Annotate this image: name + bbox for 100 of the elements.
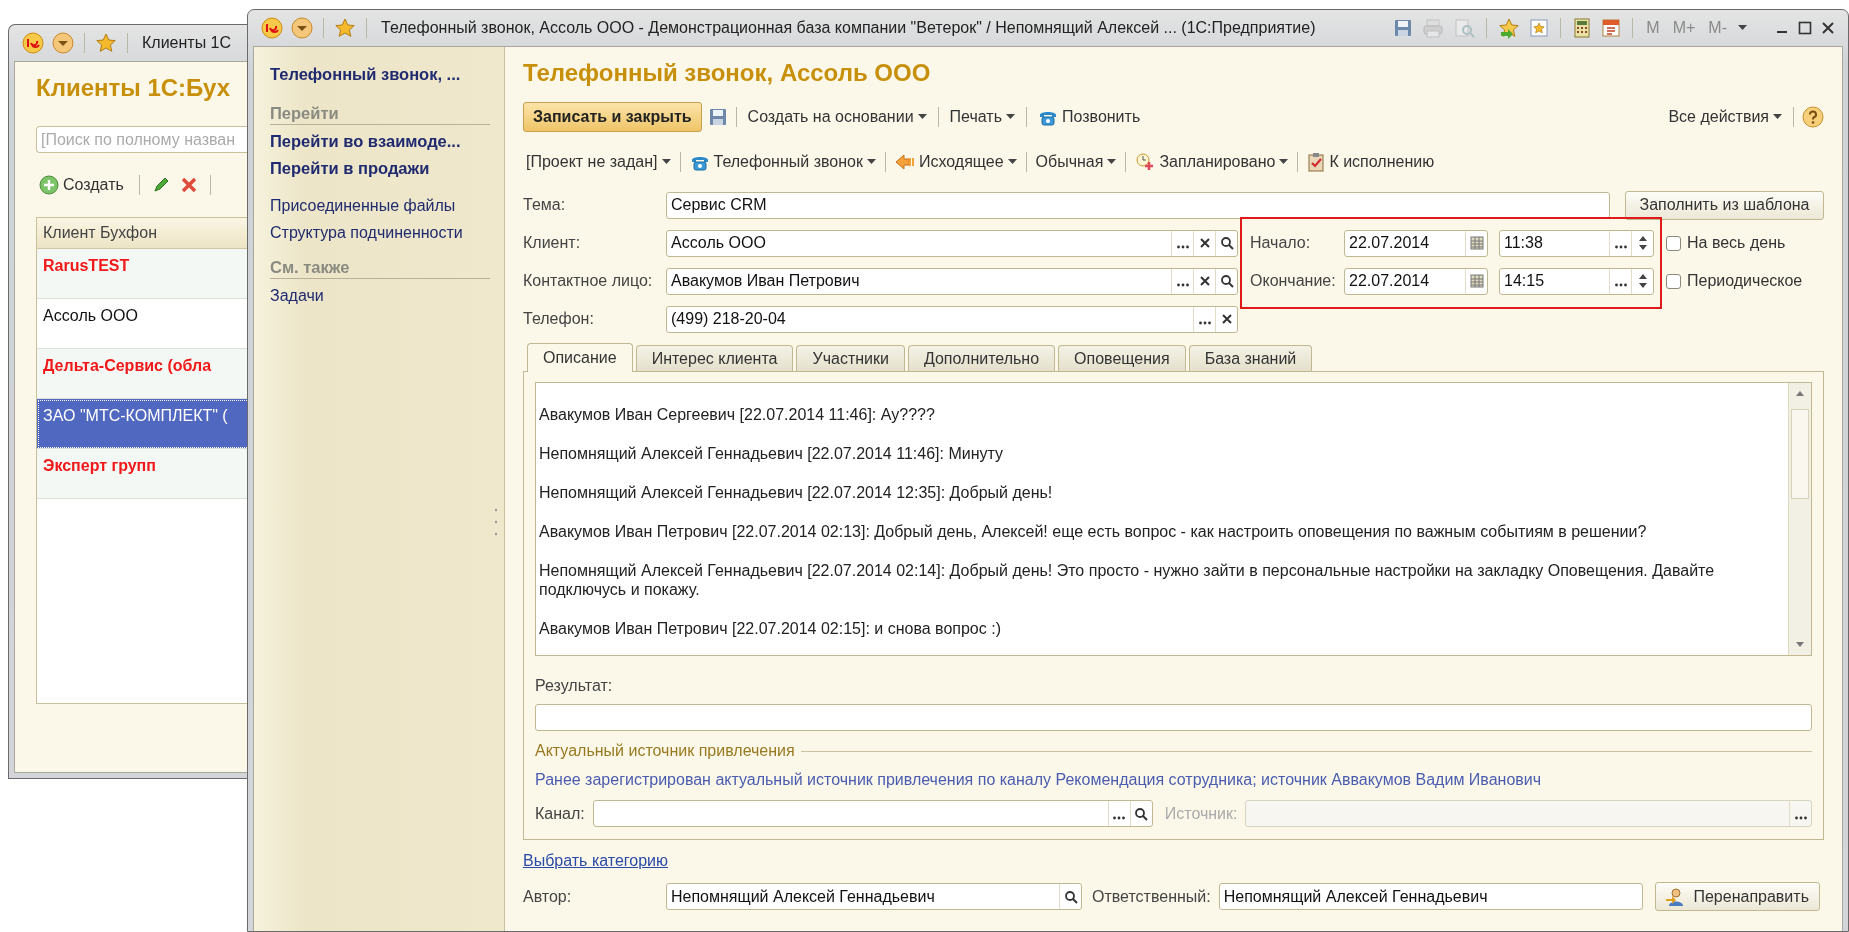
section-heading: См. также [270,258,490,279]
logo-icon[interactable] [261,17,283,39]
sidebar-link[interactable]: Присоединенные файлы [270,192,490,219]
caret-icon [1006,114,1015,120]
tab[interactable]: База знаний [1188,345,1313,371]
save-icon[interactable] [1393,18,1414,38]
sidebar-link[interactable]: Перейти во взаимоде... [270,128,490,155]
clear-icon[interactable] [1220,313,1233,325]
toolbar-button[interactable]: К исполнению [1304,150,1438,174]
sidebar-link[interactable]: Структура подчиненности [270,219,490,246]
tab[interactable]: Участники [796,345,905,371]
search-icon[interactable] [1134,806,1149,821]
calculator-icon[interactable] [1572,18,1593,38]
toolbar-button[interactable]: Запланировано [1132,150,1292,174]
plus-icon [39,175,59,195]
star-icon[interactable] [334,17,356,39]
search-icon[interactable] [1063,889,1078,904]
checkbox-label[interactable]: Периодическое [1687,272,1803,290]
scroll-thumb[interactable] [1791,409,1809,499]
table-row[interactable]: Эксперт групп [37,449,250,499]
field-label: Телефон: [523,310,595,328]
field-label: Результат: [535,676,614,696]
toolbar-button[interactable]: Создать на основании [744,106,930,128]
section-heading: Перейти [270,104,490,125]
time-field[interactable]: 14:15 [1499,267,1654,295]
result-field[interactable] [535,704,1812,731]
all-actions-button[interactable]: Все действия [1665,106,1785,128]
save-and-close-button[interactable]: Записать и закрыть [523,102,702,132]
maximize-icon[interactable] [1798,21,1812,35]
field-label: Клиент: [523,234,582,252]
caret-icon [1007,159,1017,165]
tab[interactable]: Описание [527,343,633,372]
caret-icon [917,114,927,120]
search-icon[interactable] [1219,274,1234,288]
field-label: Автор: [523,887,573,906]
checkbox[interactable] [1666,273,1681,289]
table-row[interactable]: Дельта-Сервис (обла [37,349,250,399]
create-button[interactable]: Создать [36,173,127,197]
favorite-add-icon[interactable] [1498,17,1521,39]
source-field[interactable] [1245,800,1812,827]
channel-field[interactable] [592,800,1153,827]
sidebar-link[interactable]: Задачи [270,282,490,309]
field-label: Начало: [1250,234,1312,252]
fill-template-button[interactable]: Заполнить из шаблона [1625,190,1824,220]
toolbar-button[interactable]: Исходящее [891,151,1020,173]
clear-icon[interactable] [1198,237,1211,249]
window-title: Клиенты 1С [142,34,232,52]
scrollbar[interactable] [1788,383,1811,655]
toolbar-button[interactable]: Позвонить [1035,106,1144,128]
client-field[interactable]: Ассоль ООО [666,229,1238,257]
sidebar-title: Телефонный звонок, ... [270,65,462,84]
author-field[interactable]: Непомнящий Алексей Геннадьевич [666,883,1082,910]
message-text: Непомнящий Алексей Геннадьевич [22.07.2014 11:46]: Минуту [539,444,1004,463]
help-icon[interactable] [1802,106,1824,128]
dropdown-icon[interactable] [291,17,313,39]
message-text: Непомнящий Алексей Геннадьевич [22.07.2014 02:14]: Добрый день! Это просто - нужно зайти в персональные настройки на закладку Оповещения. Давайте подключусь и покажу. [539,561,1716,599]
tab[interactable]: Интерес клиента [635,345,794,371]
description-field[interactable] [535,382,1812,656]
spin-icon[interactable] [1637,273,1648,289]
toolbar-button[interactable]: [Проект не задан] [523,151,674,173]
star-icon[interactable] [95,32,117,54]
table-row[interactable]: ЗАО "МТС-КОМПЛЕКТ" ( [37,399,250,449]
checkbox[interactable] [1666,235,1681,251]
date-field[interactable]: 22.07.2014 [1344,267,1488,295]
clear-icon[interactable] [1198,275,1211,287]
tab[interactable]: Оповещения [1058,345,1186,371]
phone-field[interactable]: (499) 218-20-04 [666,305,1238,333]
caret-icon[interactable] [1738,25,1747,31]
sidebar-link[interactable]: Перейти в продажи [270,155,490,182]
contact-field[interactable]: Авакумов Иван Петрович [666,267,1238,295]
field-label: Тема: [523,196,567,214]
column-header[interactable]: Клиент Бухфон [37,218,250,249]
checkbox-label[interactable]: На весь день [1687,234,1786,252]
scroll-down-icon[interactable] [1795,641,1805,649]
pencil-icon[interactable] [151,176,170,194]
spin-icon[interactable] [1637,235,1648,251]
table-row[interactable]: RarusTEST [37,249,250,299]
redirect-button[interactable]: Перенаправить [1654,882,1820,911]
category-link[interactable]: Выбрать категорию [523,852,669,870]
clipboard-check-icon [1307,152,1326,172]
toolbar-button[interactable]: Обычная [1032,151,1120,173]
save-icon[interactable] [707,107,728,127]
time-field[interactable]: 11:38 [1499,229,1654,257]
calendar-icon[interactable] [1601,18,1622,38]
tab[interactable]: Дополнительно [907,345,1056,371]
logo-icon[interactable] [22,32,44,54]
toolbar-button[interactable]: Печать [946,106,1018,128]
close-icon[interactable] [1821,21,1835,35]
calendar-icon[interactable] [1469,274,1484,288]
calendar-icon[interactable] [1469,236,1484,250]
responsible-field[interactable]: Непомнящий Алексей Геннадьевич [1218,883,1643,910]
delete-icon[interactable] [179,176,198,194]
scroll-up-icon[interactable] [1795,389,1805,397]
field-label: Источник: [1164,804,1238,823]
search-icon[interactable] [1219,236,1234,250]
form-title: Клиенты 1С:Бух [36,74,231,102]
date-field[interactable]: 22.07.2014 [1344,229,1488,257]
toolbar-button[interactable]: Телефонный звонок [686,151,879,173]
subject-field[interactable]: Сервис CRM [666,191,1610,219]
dropdown-icon[interactable] [52,32,74,54]
